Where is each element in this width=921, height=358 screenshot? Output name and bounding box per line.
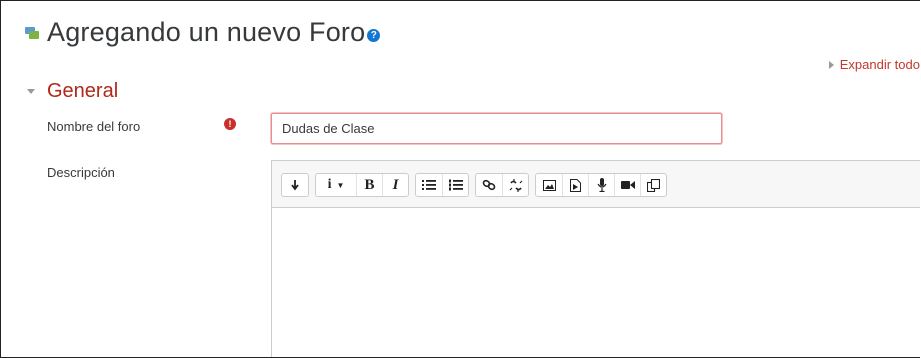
section-general-title[interactable]: General [47,80,118,103]
unlink-icon[interactable] [502,174,528,196]
manage-files-icon[interactable] [640,174,666,196]
forum-name-input[interactable] [271,113,722,144]
record-video-icon[interactable] [614,174,640,196]
editor-toolbar: i ▼ B I [272,161,920,208]
description-textarea[interactable] [272,208,920,357]
info-dropdown-icon[interactable]: i ▼ [316,174,356,196]
forum-name-label: Nombre del foro [47,119,141,134]
expand-all-link[interactable]: Expandir todo [828,57,920,72]
unordered-list-icon[interactable] [416,174,442,196]
expand-all-label[interactable]: Expandir todo [840,57,920,72]
toolbar-group-style: i ▼ B I [315,173,409,197]
description-label: Descripción [47,165,115,180]
toolbar-group-lists [415,173,469,197]
image-icon[interactable] [536,174,562,196]
media-icon[interactable] [562,174,588,196]
bold-icon[interactable]: B [356,174,382,196]
page-frame: Agregando un nuevo Foro ? Expandir todo … [0,0,920,358]
description-editor[interactable]: i ▼ B I [271,160,920,357]
help-icon[interactable]: ? [367,29,381,42]
page-title-text: Agregando un nuevo Foro [47,17,366,47]
page-title: Agregando un nuevo Foro ? [25,17,381,48]
italic-icon[interactable]: I [382,174,408,196]
toolbar-toggle-icon[interactable] [282,174,308,196]
required-icon: ! [224,118,236,130]
collapse-triangle-icon[interactable] [27,89,35,94]
ordered-list-icon[interactable] [442,174,468,196]
toolbar-group-toggle [281,173,309,197]
toolbar-group-media [535,173,667,197]
forum-icon [25,26,39,39]
toolbar-group-links [475,173,529,197]
record-audio-icon[interactable] [588,174,614,196]
link-icon[interactable] [476,174,502,196]
section-general-header[interactable]: General [27,80,118,103]
expand-triangle-icon [828,60,834,69]
